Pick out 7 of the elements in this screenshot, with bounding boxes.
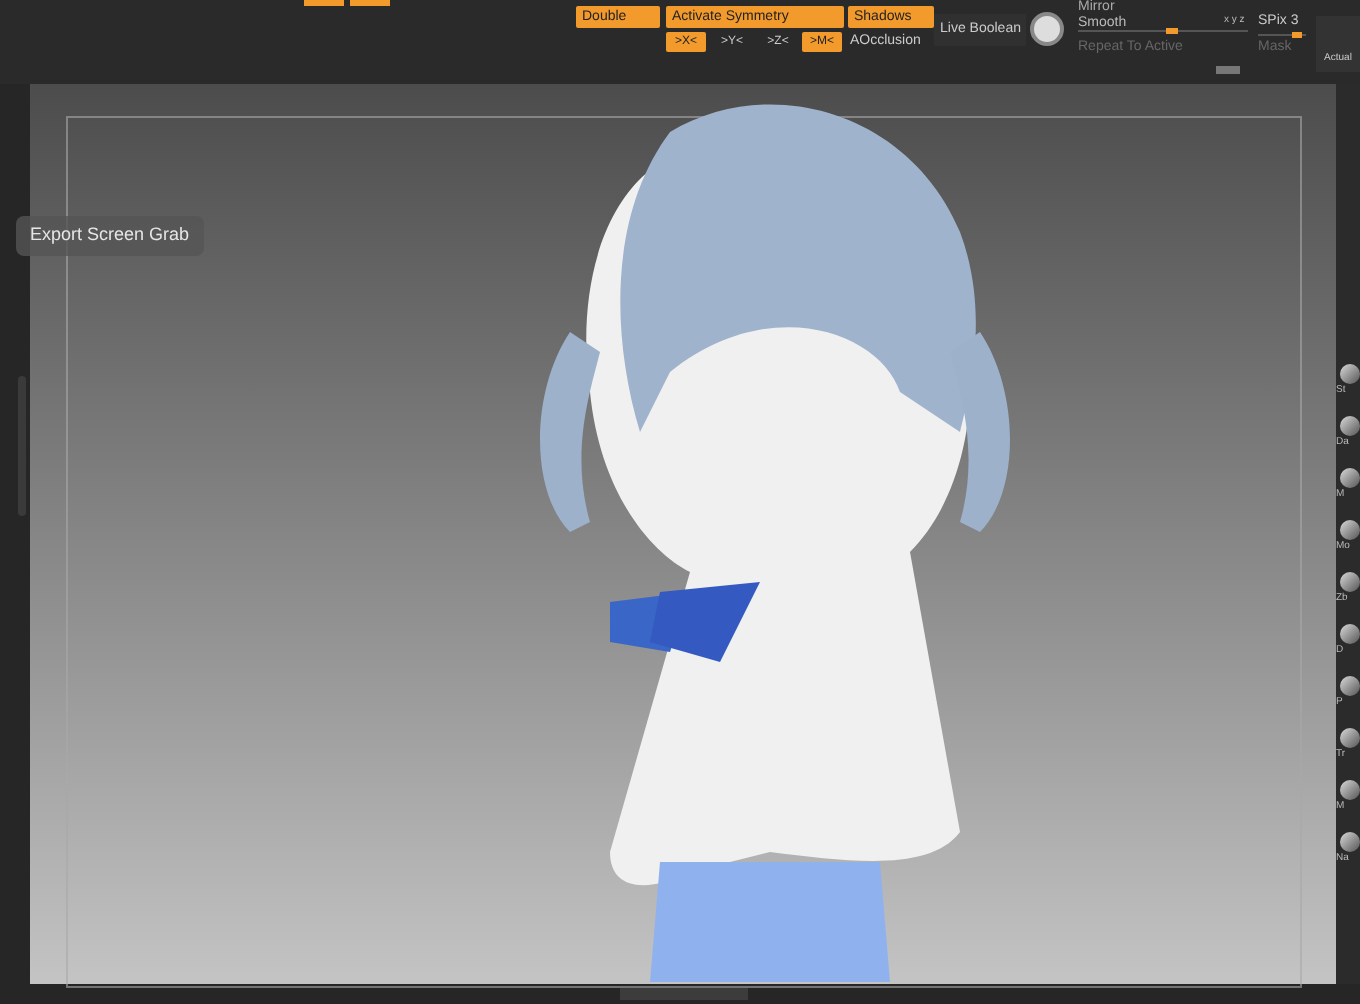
bottom-handle[interactable] <box>620 988 748 1000</box>
scroll-handle[interactable] <box>1216 66 1240 74</box>
tooltip: Export Screen Grab <box>16 216 204 256</box>
slider-thumb[interactable] <box>1165 28 1178 34</box>
slider-thumb[interactable] <box>1291 32 1302 38</box>
viewport-canvas[interactable] <box>30 84 1336 984</box>
logo-icon[interactable] <box>1030 12 1064 46</box>
